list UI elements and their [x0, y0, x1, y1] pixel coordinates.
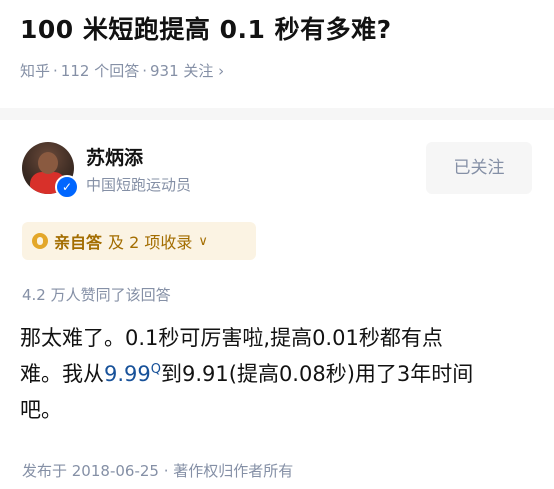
search-link[interactable]: 9.99 — [104, 362, 151, 386]
answer-text: 到9.91(提高0.08秒)用了3年时间 — [161, 362, 474, 386]
answer-text: 难。我从 — [20, 362, 104, 386]
answer-count: 112 个回答 — [60, 62, 140, 80]
source-label: 知乎 — [20, 62, 51, 80]
answer-line-2: 难。我从9.99Q到9.91(提高0.08秒)用了3年时间 — [20, 356, 540, 392]
question-title[interactable]: 100 米短跑提高 0.1 秒有多难? — [20, 10, 392, 46]
verified-badge-icon: ✓ — [55, 175, 79, 199]
chevron-right-icon: › — [218, 62, 225, 80]
answer-line-3: 吧。 — [20, 398, 62, 422]
vote-summary: 4.2 万人赞同了该回答 — [22, 286, 171, 304]
publish-info: 发布于 2018-06-25 · 著作权归作者所有 — [22, 462, 294, 480]
search-icon[interactable]: Q — [151, 362, 161, 377]
answer-content: 那太难了。0.1秒可厉害啦,提高0.01秒都有点 难。我从9.99Q到9.91(… — [20, 320, 540, 428]
self-answer-label: 亲自答 — [54, 233, 103, 252]
section-divider — [0, 108, 554, 120]
collection-count: 及 2 项收录 — [108, 233, 193, 252]
question-meta[interactable]: 知乎 · 112 个回答 · 931 关注 › — [20, 60, 224, 81]
follow-button[interactable]: 已关注 — [426, 142, 532, 194]
self-answer-icon — [32, 233, 48, 249]
answer-line-1: 那太难了。0.1秒可厉害啦,提高0.01秒都有点 — [20, 326, 443, 350]
author-name[interactable]: 苏炳添 — [86, 143, 143, 170]
question-header: 100 米短跑提高 0.1 秒有多难? 知乎 · 112 个回答 · 931 关注 › — [0, 0, 554, 108]
author-bio: 中国短跑运动员 — [86, 176, 192, 194]
collection-tag[interactable]: 亲自答 及 2 项收录 ∨ — [22, 222, 256, 260]
chevron-down-icon: ∨ — [198, 233, 208, 249]
follower-count: 931 关注 — [149, 62, 214, 80]
